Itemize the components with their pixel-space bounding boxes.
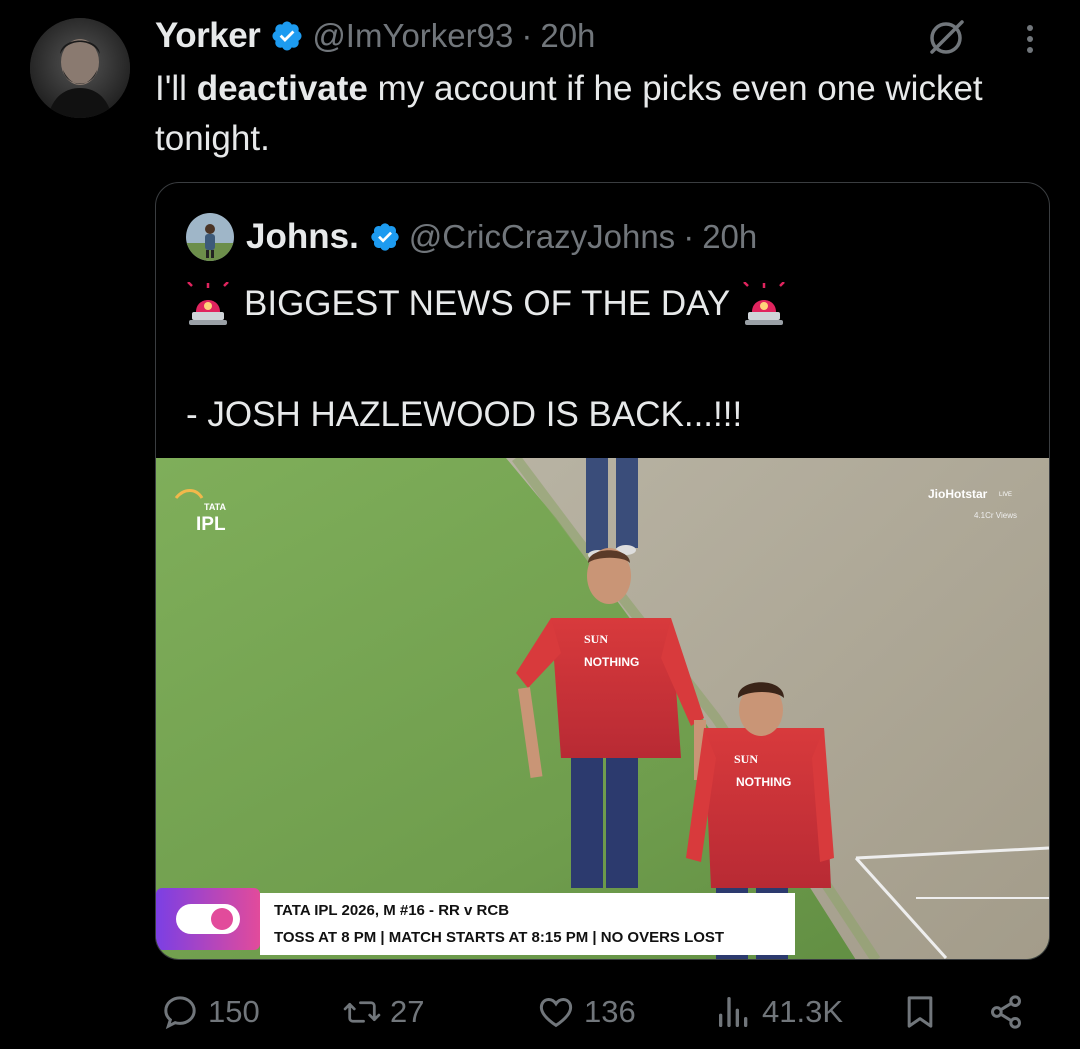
share-button[interactable] — [986, 990, 1026, 1034]
jersey-brand-text: NOTHING — [736, 775, 791, 789]
tweet-time[interactable]: 20h — [540, 17, 595, 55]
jersey-sponsor-text: SUN — [584, 632, 608, 646]
quoted-text-line2: - JOSH HAZLEWOOD IS BACK...!!! — [186, 395, 743, 434]
like-button[interactable]: 136 — [536, 990, 636, 1034]
reply-count: 150 — [208, 994, 260, 1029]
analytics-icon — [714, 992, 754, 1032]
quoted-author-avatar — [186, 213, 234, 261]
bookmark-button[interactable] — [900, 990, 940, 1034]
verified-badge-icon — [369, 221, 401, 253]
author-avatar[interactable] — [30, 18, 130, 118]
share-icon — [986, 992, 1026, 1032]
police-light-icon — [186, 281, 230, 326]
tweet-text-before: I'll — [155, 69, 197, 108]
quoted-tweet-time: 20h — [702, 218, 758, 255]
ticker-line1: TATA IPL 2026, M #16 - RR v RCB — [274, 902, 509, 919]
tweet-text: I'll deactivate my account if he picks e… — [155, 64, 1035, 164]
ipl-logo-tata: TATA — [204, 502, 226, 512]
separator-dot: · — [521, 17, 533, 54]
more-vertical-icon[interactable] — [1010, 18, 1050, 58]
like-count: 136 — [584, 994, 636, 1029]
views-count: 41.3K — [762, 994, 844, 1029]
ipl-logo-text: IPL — [196, 514, 226, 535]
reply-button[interactable]: 150 — [160, 990, 260, 1034]
quoted-text-headline: BIGGEST NEWS OF THE DAY — [186, 279, 786, 329]
separator-dot: · — [683, 218, 695, 255]
live-badge: LIVE — [999, 492, 1012, 498]
verified-badge-icon — [270, 19, 304, 53]
quoted-author-name: Johns. — [246, 217, 359, 256]
author-name[interactable]: Yorker — [155, 16, 261, 56]
broadcaster-watermark: JioHotstar — [928, 487, 988, 501]
views-button[interactable]: 41.3K — [714, 990, 843, 1034]
reply-icon — [160, 992, 200, 1032]
grok-icon[interactable] — [922, 14, 970, 62]
jersey-sponsor-text: SUN — [734, 752, 758, 766]
quoted-tweet[interactable]: Johns. @CricCrazyJohns · 20h BIGGEST NEW… — [155, 182, 1050, 960]
quoted-tweet-header: Johns. @CricCrazyJohns · 20h — [246, 213, 757, 261]
repost-count: 27 — [390, 994, 425, 1029]
repost-button[interactable]: 27 — [342, 990, 424, 1034]
quoted-author-handle: @CricCrazyJohns — [408, 218, 676, 255]
tweet-text-bold: deactivate — [196, 69, 368, 108]
repost-icon — [342, 992, 382, 1032]
ticker-line2: TOSS AT 8 PM | MATCH STARTS AT 8:15 PM |… — [274, 929, 724, 946]
quoted-text-line1: BIGGEST NEWS OF THE DAY — [244, 284, 731, 323]
match-photo: SUN NOTHING SUN NOTHING TATA IPL JioHots… — [156, 458, 1049, 959]
jersey-brand-text: NOTHING — [584, 655, 639, 669]
author-handle[interactable]: @ImYorker93 — [312, 17, 513, 55]
heart-icon — [536, 992, 576, 1032]
tweet-header: Yorker @ImYorker93 · 20h — [155, 14, 595, 58]
views-watermark: 4.1Cr Views — [974, 511, 1017, 520]
police-light-icon — [742, 281, 786, 326]
tweet-action-bar: 150 27 136 41.3K — [0, 990, 1080, 1034]
quoted-media-image[interactable]: SUN NOTHING SUN NOTHING TATA IPL JioHots… — [156, 458, 1049, 959]
bookmark-icon — [900, 992, 940, 1032]
